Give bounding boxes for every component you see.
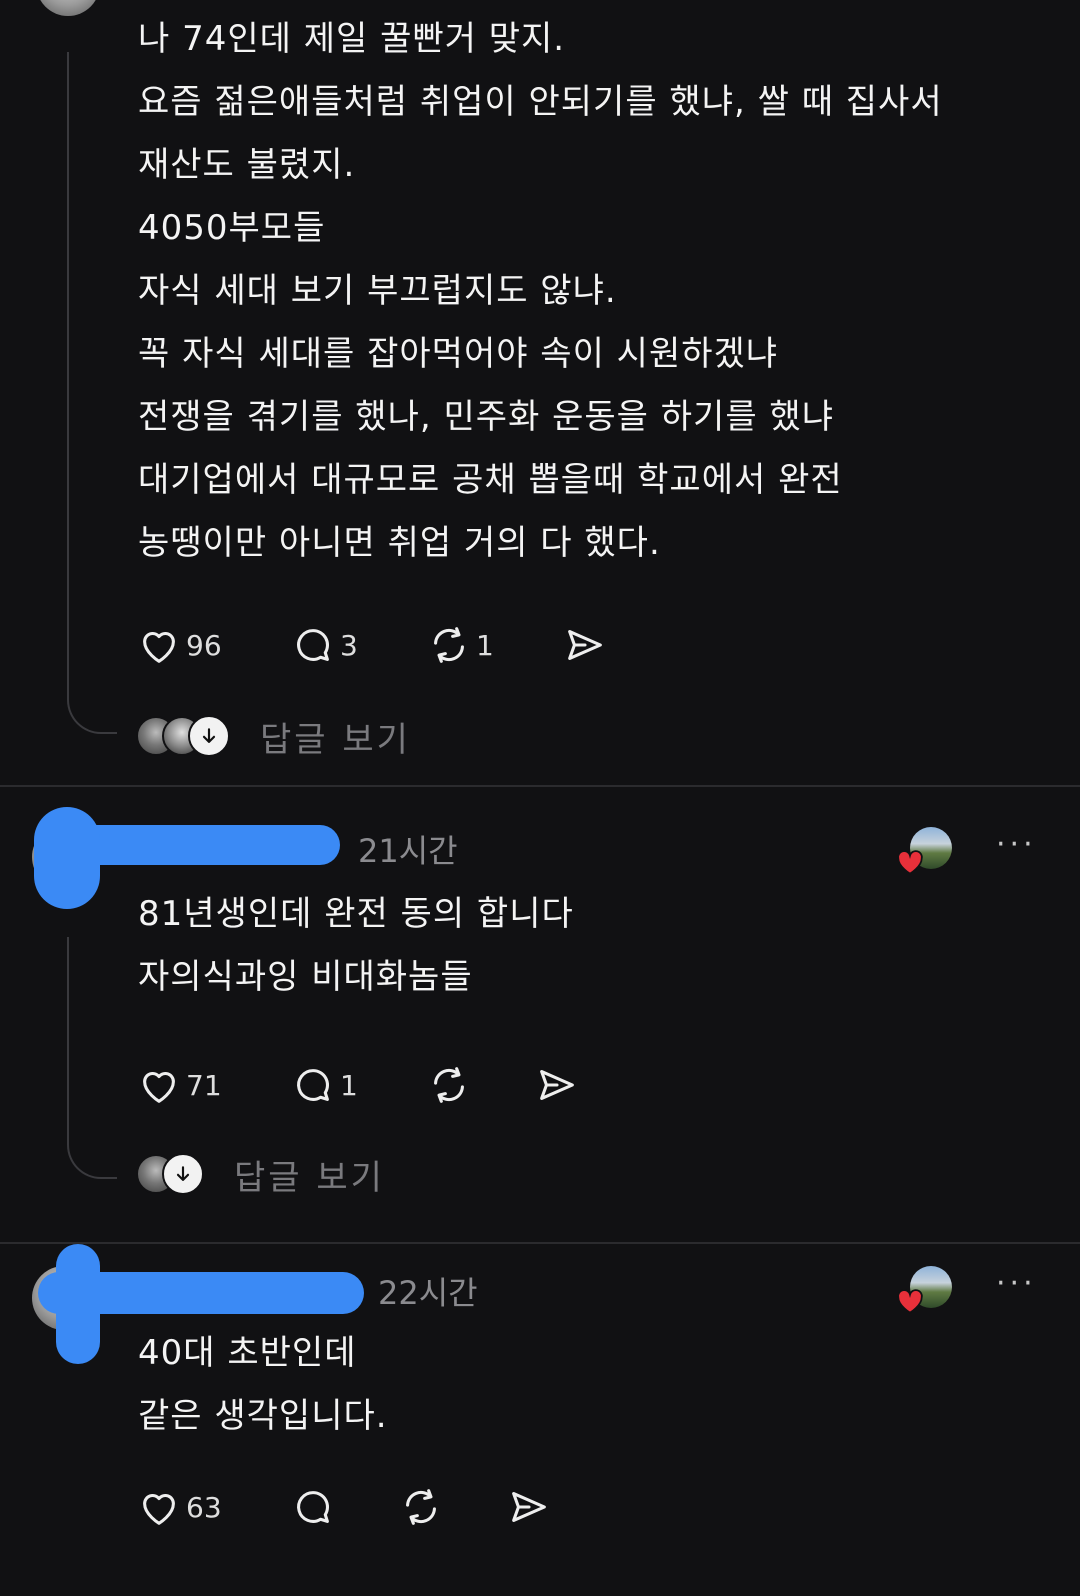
like-button[interactable]: 96 (136, 620, 222, 670)
more-icon[interactable]: ··· (996, 827, 1037, 862)
post-text-line: 4050부모들 (138, 208, 326, 248)
comment-button[interactable]: 1 (290, 1060, 358, 1110)
view-replies-link[interactable]: 답글 보기 (234, 1150, 385, 1199)
share-button[interactable] (562, 620, 608, 670)
repost-button[interactable] (398, 1482, 444, 1532)
view-replies-link[interactable]: 답글 보기 (260, 712, 411, 761)
post-text-line: 81년생인데 완전 동의 합니다 (138, 894, 574, 934)
post-text-line: 같은 생각입니다. (138, 1396, 388, 1436)
view-replies-row[interactable]: 답글 보기 (136, 1150, 385, 1199)
heart-icon (143, 631, 175, 663)
post-2: 21시간 ··· 81년생인데 완전 동의 합니다 자의식과잉 비대화놈들 71… (0, 787, 1080, 1242)
post-text-line: 40대 초반인데 (138, 1333, 357, 1373)
post-1: 나 74인데 제일 꿀빤거 맞지. 요즘 젊은애들처럼 취업이 안되기를 했냐,… (0, 0, 1080, 785)
arrow-down-icon (162, 1153, 204, 1195)
like-count: 71 (186, 1068, 222, 1102)
avatar[interactable] (36, 0, 100, 16)
post-body: 81년생인데 완전 동의 합니다 자의식과잉 비대화놈들 (138, 883, 574, 1009)
repost-button[interactable]: 1 (426, 620, 494, 670)
view-replies-row[interactable]: 답글 보기 (136, 712, 411, 761)
post-text-line: 농땡이만 아니면 취업 거의 다 했다. (138, 523, 661, 563)
more-icon[interactable]: ··· (996, 1266, 1037, 1301)
post-time: 22시간 (378, 1274, 478, 1312)
send-icon (568, 630, 602, 660)
redaction-mark (34, 807, 100, 909)
thread-curve (67, 692, 117, 734)
heart-icon (143, 1071, 175, 1103)
share-button[interactable] (506, 1482, 552, 1532)
share-button[interactable] (534, 1060, 580, 1110)
repost-button[interactable] (426, 1060, 472, 1110)
post-text-line: 전쟁을 겪기를 했나, 민주화 운동을 하기를 했냐 (138, 397, 834, 437)
post-time: 21시간 (358, 832, 458, 870)
post-text-line: 자의식과잉 비대화놈들 (138, 957, 473, 997)
repost-icon (434, 627, 464, 663)
post-body: 나 74인데 제일 꿀빤거 맞지. 요즘 젊은애들처럼 취업이 안되기를 했냐,… (138, 8, 943, 575)
repost-count: 1 (476, 628, 494, 662)
arrow-down-icon (188, 715, 230, 757)
repost-icon (434, 1067, 464, 1103)
redaction-mark (56, 1244, 100, 1364)
comment-count: 3 (340, 628, 358, 662)
post-text-line: 자식 세대 보기 부끄럽지도 않냐. (138, 271, 617, 311)
comment-button[interactable] (290, 1482, 336, 1532)
post-text-line: 재산도 불렸지. (138, 145, 356, 185)
like-button[interactable]: 71 (136, 1060, 222, 1110)
like-button[interactable]: 63 (136, 1482, 222, 1532)
like-count: 63 (186, 1490, 222, 1524)
comment-icon (297, 1069, 329, 1101)
post-text-line: 꼭 자식 세대를 잡아먹어야 속이 시원하겠냐 (138, 334, 779, 374)
repost-icon (406, 1489, 436, 1525)
heart-icon (143, 1493, 175, 1525)
post-text-line: 나 74인데 제일 꿀빤거 맞지. (138, 19, 566, 59)
heart-icon (897, 1289, 923, 1314)
comment-icon (297, 1491, 329, 1523)
comment-button[interactable]: 3 (290, 620, 358, 670)
like-count: 96 (186, 628, 222, 662)
post-3: 22시간 ··· 40대 초반인데 같은 생각입니다. 63 (0, 1244, 1080, 1596)
post-body: 40대 초반인데 같은 생각입니다. (138, 1322, 388, 1448)
send-icon (512, 1492, 546, 1522)
thread-line (67, 937, 69, 1137)
heart-icon (897, 850, 923, 875)
comment-count: 1 (340, 1068, 358, 1102)
thread-curve (67, 1137, 117, 1179)
post-text-line: 대기업에서 대규모로 공채 뽑을때 학교에서 완전 (138, 460, 843, 500)
send-icon (540, 1070, 574, 1100)
post-text-line: 요즘 젊은애들처럼 취업이 안되기를 했냐, 쌀 때 집사서 (138, 82, 943, 122)
comment-icon (297, 629, 329, 661)
thread-line (67, 52, 69, 692)
